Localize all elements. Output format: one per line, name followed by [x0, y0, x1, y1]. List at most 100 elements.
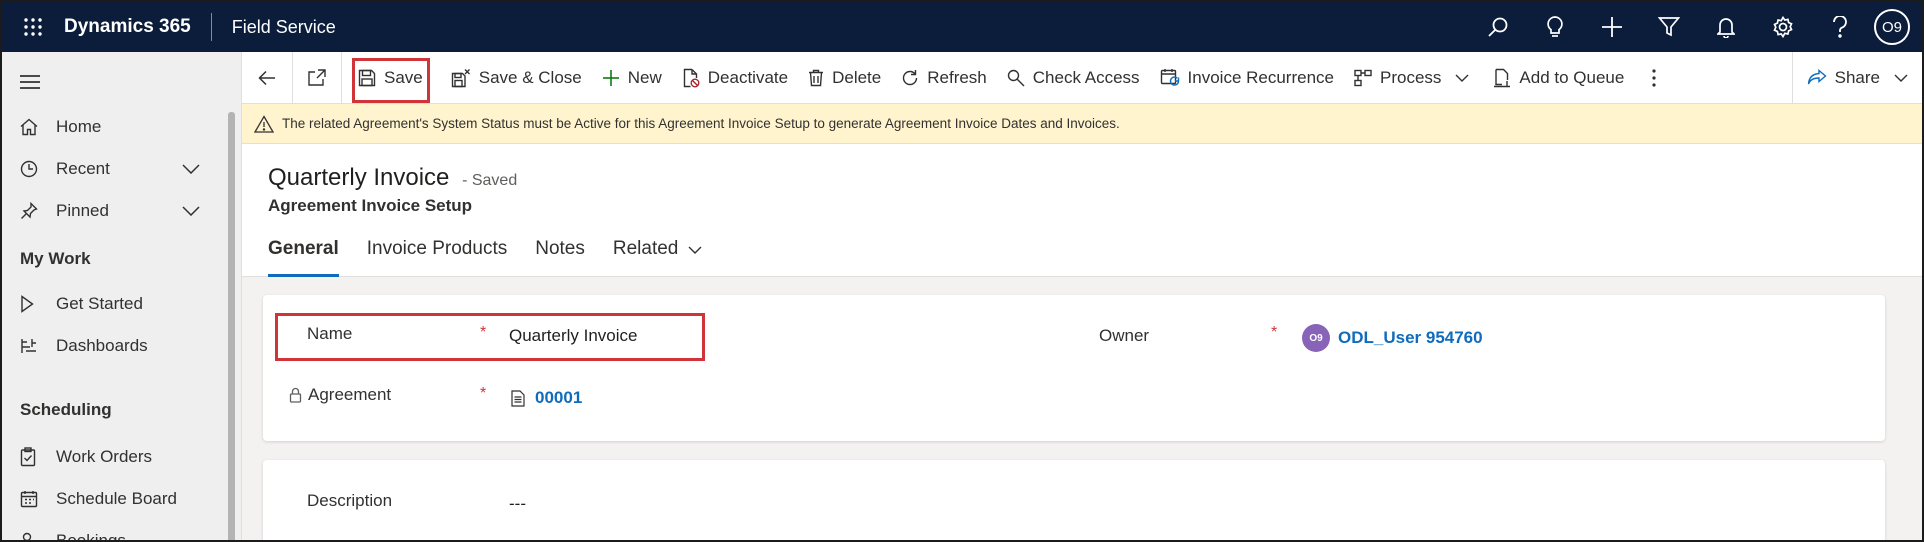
chevron-down-icon[interactable]: [182, 159, 200, 179]
owner-link[interactable]: ODL_User 954760: [1338, 328, 1483, 348]
sidebar-item-label: Schedule Board: [56, 489, 177, 508]
warning-icon: [254, 114, 274, 133]
description-field-label: Description: [307, 491, 393, 510]
queue-icon: [1494, 68, 1511, 87]
clock-icon: [2, 160, 38, 178]
pin-icon: [2, 202, 38, 220]
more-vertical-icon: [1652, 68, 1656, 87]
deactivate-icon: [683, 68, 700, 87]
process-flow-icon: [1354, 69, 1372, 86]
gear-icon[interactable]: [1754, 2, 1811, 52]
app-title[interactable]: Dynamics 365: [64, 16, 211, 38]
tab-invoice-products[interactable]: Invoice Products: [367, 232, 507, 277]
sidebar-item-schedule-board[interactable]: Schedule Board: [2, 479, 232, 519]
refresh-label: Refresh: [927, 67, 987, 87]
magnifier-icon: [1007, 69, 1025, 86]
bell-icon[interactable]: [1697, 2, 1754, 52]
new-button[interactable]: New: [592, 52, 672, 104]
help-icon[interactable]: [1811, 2, 1868, 52]
share-label: Share: [1834, 68, 1880, 87]
tab-general[interactable]: General: [268, 232, 339, 277]
delete-label: Delete: [832, 67, 882, 87]
tab-notes[interactable]: Notes: [535, 232, 585, 277]
new-label: New: [627, 67, 662, 87]
command-bar: Save Save & Close New Deactivate Delete …: [242, 51, 1922, 104]
sidebar-item-label: Work Orders: [56, 447, 153, 466]
warning-notification-bar: The related Agreement's System Status mu…: [242, 104, 1922, 144]
required-marker: *: [1271, 324, 1278, 341]
site-map-sidebar: Home Recent Pinned My Work Get Started D…: [2, 52, 242, 542]
top-navigation-bar: Dynamics 365 Field Service O9: [2, 2, 1922, 52]
owner-lookup[interactable]: O9 ODL_User 954760: [1302, 324, 1483, 352]
sidebar-item-recent[interactable]: Recent: [2, 149, 232, 189]
sidebar-item-get-started[interactable]: Get Started: [2, 284, 232, 324]
sidebar-item-dashboards[interactable]: Dashboards: [2, 326, 232, 366]
open-in-new-window-button[interactable]: [293, 52, 341, 104]
invoice-recurrence-button[interactable]: Invoice Recurrence: [1150, 52, 1344, 104]
record-save-status: - Saved: [462, 172, 518, 189]
name-highlight-box: [275, 313, 705, 361]
check-access-button[interactable]: Check Access: [997, 52, 1150, 104]
description-section-card: [263, 460, 1885, 540]
chevron-down-icon[interactable]: [182, 201, 200, 221]
description-field-input[interactable]: ---: [509, 494, 526, 514]
calendar-recurrence-icon: [1160, 68, 1179, 86]
document-icon: [511, 389, 525, 407]
app-launcher-icon[interactable]: [2, 2, 64, 52]
sidebar-item-home[interactable]: Home: [2, 107, 232, 147]
sidebar-item-label: Home: [56, 117, 102, 136]
chevron-down-icon: [1455, 74, 1469, 82]
agreement-link[interactable]: 00001: [535, 388, 582, 408]
back-arrow-icon: [258, 70, 275, 85]
plus-icon: [602, 69, 619, 86]
process-label: Process: [1380, 67, 1442, 87]
area-title[interactable]: Field Service: [212, 17, 336, 38]
share-button[interactable]: Share: [1791, 52, 1922, 104]
back-button[interactable]: [242, 52, 292, 104]
hamburger-menu-icon[interactable]: [20, 74, 40, 95]
save-and-close-button[interactable]: Save & Close: [433, 52, 592, 104]
delete-button[interactable]: Delete: [798, 52, 891, 104]
sidebar-item-label: Recent: [56, 159, 110, 178]
chevron-down-icon: [688, 246, 702, 254]
more-commands-button[interactable]: [1634, 52, 1674, 104]
add-to-queue-button[interactable]: Add to Queue: [1479, 52, 1634, 104]
lightbulb-icon[interactable]: [1526, 2, 1583, 52]
my-work-header: My Work: [20, 249, 91, 268]
scheduling-header: Scheduling: [20, 400, 112, 419]
tab-related[interactable]: Related: [613, 232, 703, 277]
chevron-down-icon: [1894, 74, 1908, 82]
save-and-close-label: Save & Close: [478, 67, 582, 87]
user-avatar[interactable]: O9: [1874, 9, 1910, 45]
sidebar-item-pinned[interactable]: Pinned: [2, 191, 232, 231]
save-close-icon: [451, 68, 470, 87]
people-icon: [2, 532, 38, 540]
lock-icon: [289, 387, 302, 403]
process-button[interactable]: Process: [1344, 52, 1479, 104]
search-icon[interactable]: [1469, 2, 1526, 52]
trash-icon: [809, 69, 824, 86]
sidebar-item-label: Get Started: [56, 294, 143, 313]
plus-icon[interactable]: [1583, 2, 1640, 52]
filter-icon[interactable]: [1640, 2, 1697, 52]
warning-text: The related Agreement's System Status mu…: [282, 116, 1120, 131]
home-icon: [2, 118, 38, 136]
sidebar-item-label: Pinned: [56, 201, 109, 220]
sidebar-item-label: Bookings: [56, 531, 126, 542]
agreement-label-text: Agreement: [308, 385, 392, 404]
deactivate-button[interactable]: Deactivate: [672, 52, 798, 104]
refresh-button[interactable]: Refresh: [891, 52, 997, 104]
check-access-label: Check Access: [1032, 67, 1140, 87]
top-actions: O9: [1469, 2, 1922, 52]
sidebar-scrollbar[interactable]: [228, 112, 235, 540]
tab-related-label: Related: [612, 238, 679, 259]
agreement-lookup[interactable]: 00001: [511, 388, 582, 408]
record-title-line: Quarterly Invoice - Saved: [268, 164, 517, 192]
play-icon: [2, 295, 38, 313]
record-entity-name: Agreement Invoice Setup: [268, 196, 473, 215]
record-title: Quarterly Invoice: [268, 164, 450, 191]
sidebar-item-work-orders[interactable]: Work Orders: [2, 437, 232, 477]
sidebar-item-bookings[interactable]: Bookings: [2, 521, 232, 542]
save-highlight-box: [352, 58, 430, 103]
required-marker: *: [480, 385, 487, 402]
